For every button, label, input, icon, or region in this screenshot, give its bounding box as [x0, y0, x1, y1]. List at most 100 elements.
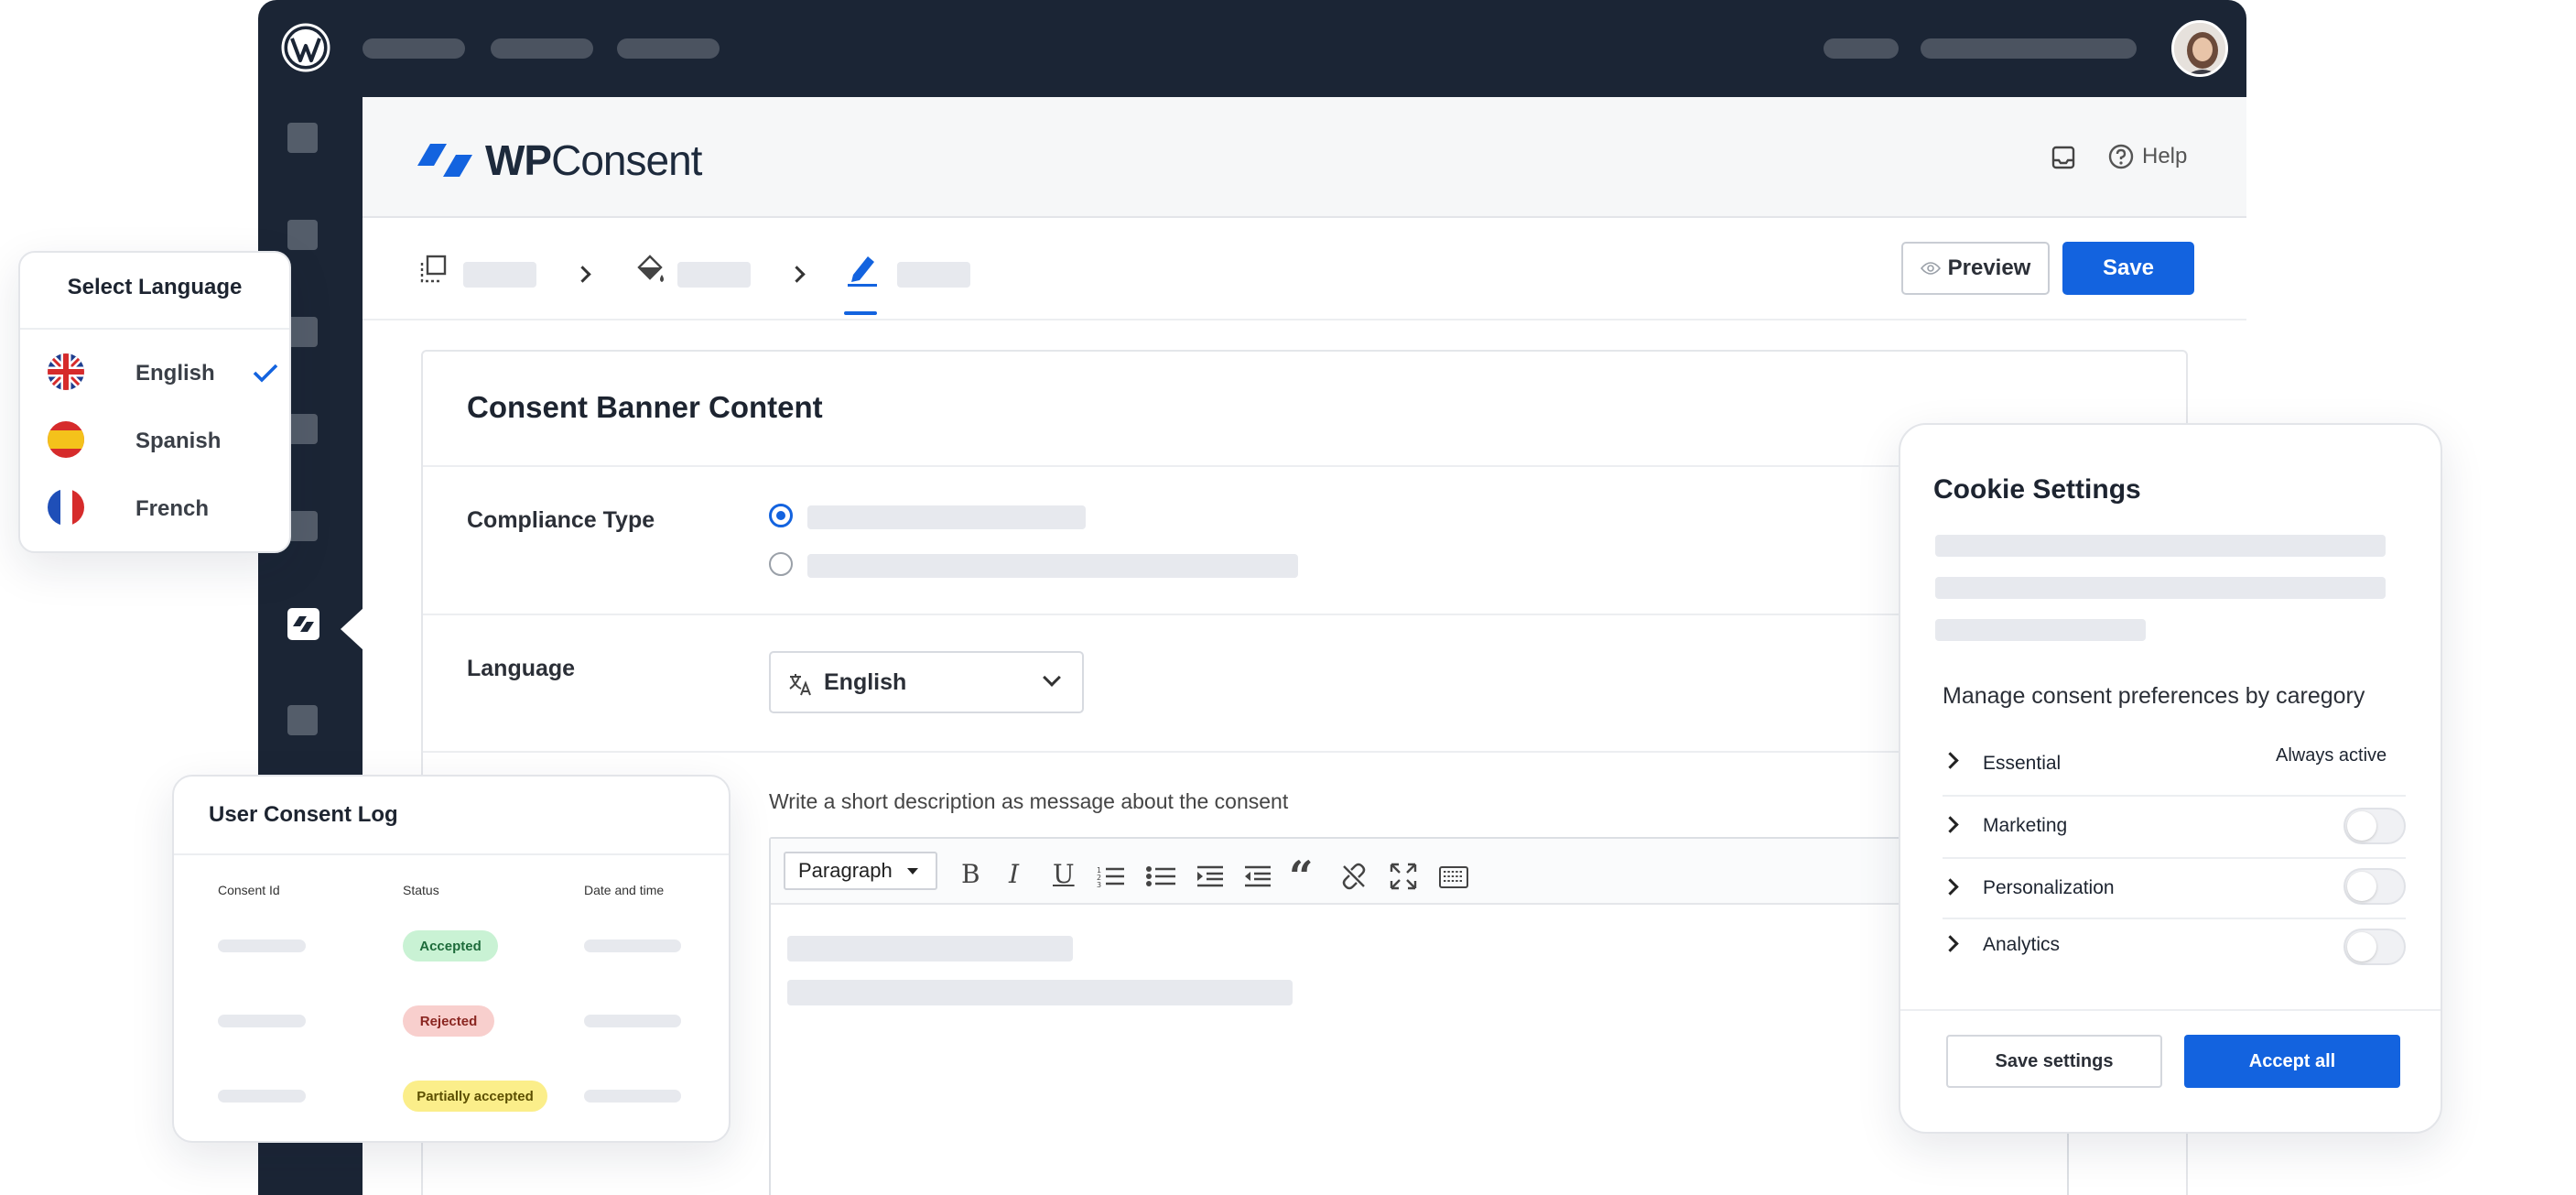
chevron-right-icon — [1942, 752, 1959, 769]
bold-icon[interactable]: B — [961, 859, 980, 889]
category-label: Personalization — [1983, 877, 2115, 898]
admin-menu-placeholder[interactable] — [491, 38, 593, 59]
compliance-option-placeholder — [807, 554, 1298, 578]
help-link[interactable]: Help — [2107, 143, 2187, 170]
admin-bar — [258, 0, 2246, 97]
chevron-right-icon — [574, 266, 591, 283]
bullet-list-icon[interactable] — [1146, 864, 1175, 888]
language-popup-title: Select Language — [67, 275, 243, 299]
inbox-icon[interactable] — [2051, 145, 2076, 175]
step-label-placeholder[interactable] — [463, 262, 536, 288]
description-placeholder — [1935, 577, 2386, 599]
category-essential[interactable]: Essential Always active — [1942, 744, 2406, 786]
chevron-right-icon — [788, 266, 806, 283]
wordpress-logo-icon[interactable] — [281, 23, 330, 72]
avatar[interactable] — [2171, 20, 2228, 77]
message-editor[interactable]: Paragraph B I U 123 “ — [769, 837, 2069, 1195]
personalization-toggle[interactable] — [2343, 868, 2406, 905]
cookie-settings-panel: Cookie Settings Manage consent preferenc… — [1899, 423, 2442, 1134]
quote-icon[interactable]: “ — [1289, 852, 1313, 901]
category-personalization[interactable]: Personalization — [1942, 864, 2406, 910]
wpconsent-logo[interactable]: WPConsent — [416, 136, 702, 185]
marketing-toggle[interactable] — [2343, 808, 2406, 844]
analytics-toggle[interactable] — [2343, 929, 2406, 965]
consent-log-panel: User Consent Log Consent Id Status Date … — [172, 775, 731, 1143]
date-placeholder — [584, 1015, 681, 1027]
sidebar-menu-icon[interactable] — [287, 414, 318, 444]
brand-consent: Consent — [551, 136, 702, 184]
unlink-icon[interactable] — [1340, 863, 1368, 890]
category-analytics[interactable]: Analytics — [1942, 925, 2406, 971]
category-marketing[interactable]: Marketing — [1942, 804, 2406, 850]
compliance-radio-selected[interactable] — [769, 504, 793, 527]
wpconsent-menu-icon[interactable] — [287, 608, 319, 640]
caret-down-icon — [906, 867, 918, 875]
language-option-label: French — [135, 496, 210, 521]
accept-all-button[interactable]: Accept all — [2184, 1035, 2400, 1088]
keyboard-icon[interactable] — [1439, 866, 1468, 888]
help-label: Help — [2142, 144, 2188, 168]
step-label-placeholder[interactable] — [897, 262, 970, 288]
divider — [1943, 795, 2406, 797]
consent-log-title: User Consent Log — [209, 802, 398, 827]
consent-id-placeholder — [218, 1015, 306, 1027]
language-option-label: Spanish — [135, 429, 222, 453]
admin-menu-placeholder[interactable] — [1824, 38, 1899, 59]
layout-step-icon[interactable] — [419, 255, 447, 288]
compliance-option-placeholder — [807, 505, 1086, 529]
indent-icon[interactable] — [1196, 864, 1223, 888]
category-label: Analytics — [1983, 934, 2061, 955]
save-label: Save — [2102, 255, 2155, 280]
preview-button[interactable]: Preview — [1901, 242, 2050, 295]
sidebar-menu-icon[interactable] — [287, 511, 318, 541]
outdent-icon[interactable] — [1243, 864, 1271, 888]
date-placeholder — [584, 940, 681, 952]
status-badge: Rejected — [403, 1005, 494, 1037]
sidebar-menu-icon[interactable] — [287, 123, 318, 153]
sidebar-menu-icon[interactable] — [287, 317, 318, 347]
france-flag-icon — [48, 489, 84, 526]
sidebar-menu-icon[interactable] — [287, 220, 318, 250]
language-option-spanish[interactable]: Spanish — [48, 418, 276, 460]
format-select[interactable]: Paragraph — [784, 852, 937, 890]
compliance-radio[interactable] — [769, 552, 793, 576]
ordered-list-icon[interactable]: 123 — [1097, 864, 1124, 888]
italic-icon[interactable]: I — [1009, 859, 1019, 889]
step-label-placeholder[interactable] — [677, 262, 751, 288]
language-label: Language — [467, 656, 576, 681]
always-active-label: Always active — [2276, 745, 2387, 766]
category-label: Marketing — [1983, 815, 2068, 836]
save-settings-label: Save settings — [1995, 1050, 2114, 1071]
pencil-icon[interactable] — [846, 251, 879, 292]
language-option-english[interactable]: English — [48, 350, 278, 392]
chevron-right-icon — [1942, 935, 1959, 952]
sidebar-menu-icon[interactable] — [287, 705, 318, 735]
message-hint: Write a short description as message abo… — [769, 789, 1289, 813]
plugin-header: WPConsent Help — [363, 97, 2246, 218]
admin-menu-placeholder[interactable] — [1921, 38, 2137, 59]
spain-flag-icon — [48, 421, 84, 458]
divider — [1943, 918, 2406, 919]
column-header: Consent Id — [218, 883, 280, 897]
preview-label: Preview — [1947, 255, 2031, 280]
date-placeholder — [584, 1090, 681, 1103]
language-option-french[interactable]: French — [48, 485, 276, 527]
chevron-down-icon — [1043, 668, 1061, 687]
active-menu-arrow — [341, 607, 364, 651]
save-settings-button[interactable]: Save settings — [1946, 1035, 2162, 1088]
divider — [1900, 1009, 2441, 1011]
admin-menu-placeholder[interactable] — [363, 38, 465, 59]
cookie-settings-title: Cookie Settings — [1933, 474, 2141, 505]
paint-bucket-icon[interactable] — [633, 253, 666, 290]
cookie-settings-subtitle: Manage consent preferences by caregory — [1943, 683, 2365, 709]
chevron-right-icon — [1942, 816, 1959, 833]
column-header: Date and time — [584, 883, 665, 897]
language-select-value: English — [824, 669, 907, 695]
language-select[interactable]: English — [769, 651, 1084, 713]
fullscreen-icon[interactable] — [1390, 863, 1417, 890]
brand-wp: WP — [485, 136, 552, 184]
underline-icon[interactable]: U — [1053, 859, 1075, 889]
save-button[interactable]: Save — [2062, 242, 2194, 295]
divider — [174, 853, 729, 855]
admin-menu-placeholder[interactable] — [617, 38, 720, 59]
